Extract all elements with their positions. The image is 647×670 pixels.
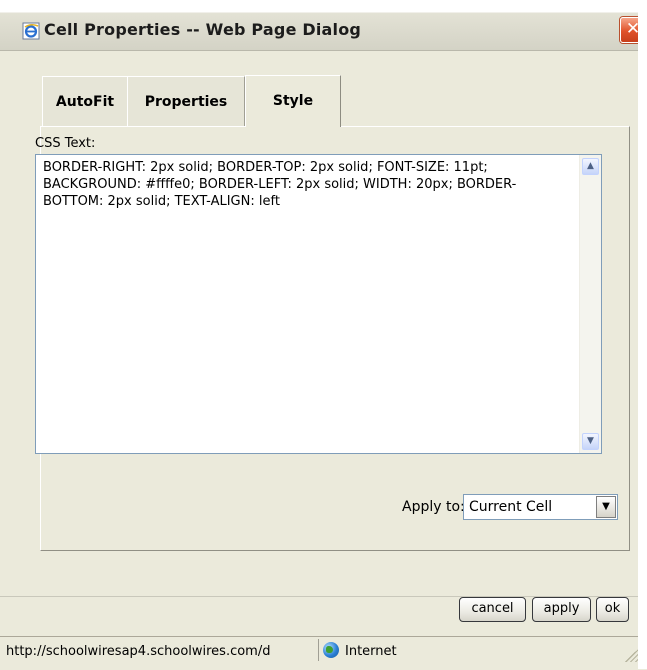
title-bar[interactable]: Cell Properties -- Web Page Dialog ✕: [0, 0, 647, 51]
css-text-value[interactable]: BORDER-RIGHT: 2px solid; BORDER-TOP: 2px…: [43, 159, 568, 210]
chevron-down-icon: ▼: [602, 501, 610, 512]
tab-style-label: Style: [272, 93, 314, 109]
dialog-title: Cell Properties -- Web Page Dialog: [44, 20, 362, 39]
tab-autofit[interactable]: AutoFit: [42, 76, 128, 126]
scroll-up-button[interactable]: ▲: [582, 158, 599, 175]
security-zone-label: Internet: [345, 644, 397, 659]
chevron-up-icon: ▲: [587, 161, 594, 171]
tab-autofit-label: AutoFit: [55, 94, 115, 110]
vertical-scrollbar[interactable]: ▲ ▼: [579, 155, 601, 453]
dialog-content: AutoFit Properties Style CSS Text: BORDE…: [23, 59, 630, 586]
chevron-down-icon: ▼: [587, 436, 594, 446]
internet-zone-icon: [323, 642, 339, 658]
css-text-label: CSS Text:: [35, 136, 96, 151]
dialog-window: Cell Properties -- Web Page Dialog ✕ Aut…: [0, 0, 647, 670]
apply-to-value: Current Cell: [469, 499, 553, 515]
ie-page-icon: [22, 22, 40, 40]
status-url: http://schoolwiresap4.schoolwires.com/d: [6, 644, 271, 659]
ok-button[interactable]: ok: [596, 597, 629, 622]
apply-to-select[interactable]: Current Cell ▼: [463, 494, 618, 520]
scroll-down-button[interactable]: ▼: [582, 433, 599, 450]
tab-properties-label: Properties: [144, 94, 228, 110]
tab-style[interactable]: Style: [245, 75, 341, 127]
dropdown-button[interactable]: ▼: [596, 496, 616, 518]
cancel-button[interactable]: cancel: [459, 597, 526, 622]
css-text-area[interactable]: BORDER-RIGHT: 2px solid; BORDER-TOP: 2px…: [35, 154, 602, 454]
tab-properties[interactable]: Properties: [127, 76, 245, 126]
apply-button[interactable]: apply: [532, 597, 591, 622]
status-divider: [318, 639, 319, 661]
globe-land: [326, 646, 333, 653]
apply-to-label: Apply to:: [402, 499, 465, 515]
window-edge: [638, 0, 647, 669]
